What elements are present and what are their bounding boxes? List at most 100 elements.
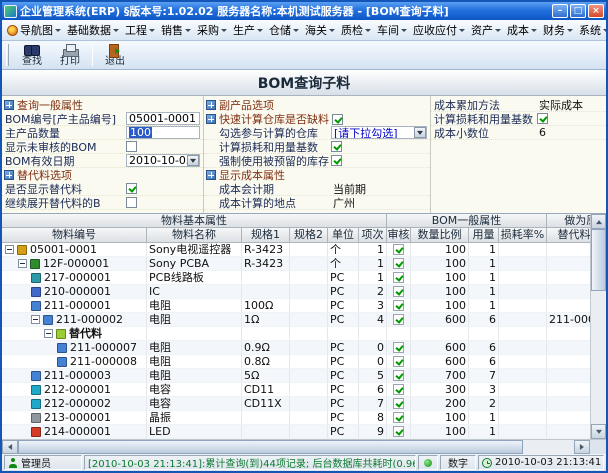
status-user-label: 管理员 <box>21 455 51 470</box>
show-unaudited-checkbox[interactable] <box>126 141 137 152</box>
menu-item-11[interactable]: 应收应付 <box>410 20 468 40</box>
audit-check-icon <box>393 244 404 255</box>
column-header[interactable]: 项次 <box>359 228 387 243</box>
menu-item-7[interactable]: 仓储 <box>266 20 302 40</box>
group-collapse-icon[interactable] <box>206 170 216 180</box>
table-row-213-000001[interactable]: 213-000001晶振PC81001 <box>2 411 590 425</box>
tree-collapse-icon[interactable] <box>44 329 53 338</box>
scroll-right-icon[interactable] <box>574 440 590 454</box>
column-header[interactable]: 规格1 <box>242 228 290 243</box>
cell: 电阻 <box>147 341 242 354</box>
vertical-scrollbar[interactable] <box>590 214 606 439</box>
find-button[interactable]: 查找 <box>13 42 51 69</box>
cost-location-value[interactable]: 广州 <box>331 195 427 211</box>
column-header[interactable]: 物料名称 <box>147 228 242 243</box>
table-row-217-000001[interactable]: 217-000001PCB线路板PC11001 <box>2 271 590 285</box>
table-row-212-000001[interactable]: 212-000001电容CD11PC63003 <box>2 383 590 397</box>
column-header[interactable]: 损耗率% <box>499 228 547 243</box>
table-row-211-000003[interactable]: 211-000003电阻5ΩPC57007 <box>2 369 590 383</box>
menu-item-4[interactable]: 销售 <box>158 20 194 40</box>
maximize-button[interactable]: □ <box>570 4 586 18</box>
quick-calc-checkbox[interactable] <box>332 114 343 125</box>
menu-item-3[interactable]: 工程 <box>122 20 158 40</box>
minimize-button[interactable]: – <box>552 4 568 18</box>
table-row-211-000002[interactable]: 211-000002电阻1ΩPC46006211-000002 <box>2 313 590 327</box>
table-row-05001-0001[interactable]: 05001-0001Sony电视遥控器R-3423个11001 <box>2 243 590 257</box>
expand-alt-checkbox[interactable] <box>126 197 137 208</box>
column-header[interactable]: 物料编号 <box>2 228 147 243</box>
cell <box>469 327 499 340</box>
scroll-up-icon[interactable] <box>591 214 606 229</box>
table-row-211-000008[interactable]: 211-000008电阻0.8ΩPC06006 <box>2 355 590 369</box>
scroll-left-icon[interactable] <box>2 440 18 454</box>
status-input-mode: 数字 <box>440 455 476 470</box>
group-byproduct[interactable]: 副产品选项 <box>204 98 430 112</box>
group-collapse-icon[interactable] <box>4 170 14 180</box>
exit-button[interactable]: 退出 <box>96 42 134 69</box>
menu-item-6[interactable]: 生产 <box>230 20 266 40</box>
menu-item-15[interactable]: 系统 <box>576 20 606 40</box>
menu-item-13[interactable]: 成本 <box>504 20 540 40</box>
table-row-212-000002[interactable]: 212-000002电容CD11XPC72002 <box>2 397 590 411</box>
cost-method-value[interactable]: 实际成本 <box>537 97 603 113</box>
group-collapse-icon[interactable] <box>206 100 216 110</box>
menu-item-12[interactable]: 资产 <box>468 20 504 40</box>
cell <box>499 383 547 396</box>
horizontal-scroll-thumb[interactable] <box>18 440 523 454</box>
group-collapse-icon[interactable] <box>4 100 14 110</box>
table-row-211-000001[interactable]: 211-000001电阻100ΩPC31001 <box>2 299 590 313</box>
menu-item-14[interactable]: 财务 <box>540 20 576 40</box>
horizontal-scrollbar[interactable] <box>2 439 606 454</box>
table-row-214-000001[interactable]: 214-000001LEDPC91001 <box>2 425 590 439</box>
chevron-down-icon[interactable] <box>414 127 426 138</box>
show-alt-checkbox[interactable] <box>126 183 137 194</box>
reserved-checkbox[interactable] <box>331 155 342 166</box>
warehouse-select[interactable]: [请下拉勾选] <box>331 126 427 139</box>
table-row-替代料[interactable]: 替代料 <box>2 327 590 341</box>
scroll-down-icon[interactable] <box>591 424 606 439</box>
menu-item-10[interactable]: 车间 <box>374 20 410 40</box>
horizontal-scroll-track[interactable] <box>523 440 574 454</box>
cell: PC <box>328 369 359 382</box>
menu-item-8[interactable]: 海关 <box>302 20 338 40</box>
table-row-12F-000001[interactable]: 12F-000001Sony PCBAR-3423个11001 <box>2 257 590 271</box>
column-header[interactable]: 审核 <box>387 228 411 243</box>
menu-item-9[interactable]: 质检 <box>338 20 374 40</box>
menu-item-5[interactable]: 采购 <box>194 20 230 40</box>
column-header[interactable]: 用量 <box>469 228 499 243</box>
column-header[interactable]: 替代料 <box>547 228 590 243</box>
cell: 1 <box>469 411 499 424</box>
cell: 100 <box>411 299 469 312</box>
cell: 7 <box>469 369 499 382</box>
cell: PC <box>328 341 359 354</box>
menubar-items: 导航图基础数据工程销售采购生产仓储海关质检车间应收应付资产成本财务系统 <box>2 20 606 41</box>
column-header[interactable]: 数量比例 <box>411 228 469 243</box>
tree-collapse-icon[interactable] <box>31 315 40 324</box>
print-button[interactable]: 打印 <box>51 42 89 69</box>
tree-collapse-icon[interactable] <box>18 259 27 268</box>
bom-date-input[interactable]: 2010-10-03 <box>126 154 200 167</box>
menu-item-2[interactable]: 基础数据 <box>64 20 122 40</box>
vertical-scroll-thumb[interactable] <box>591 229 606 291</box>
table-row-210-000001[interactable]: 210-000001ICPC21001 <box>2 285 590 299</box>
close-button[interactable]: × <box>588 4 604 18</box>
titlebar[interactable]: 企业管理系统(ERP) §版本号:1.02.02 服务器名称:本机测试服务器 -… <box>2 2 606 20</box>
status-message: [2010-10-03 21:13:41]:累计查询(到)44项记录; 后台数据… <box>84 455 416 470</box>
tree-collapse-icon[interactable] <box>5 245 14 254</box>
group-collapse-icon[interactable] <box>206 114 216 124</box>
cell: 1 <box>469 285 499 298</box>
resistor-icon <box>43 315 53 325</box>
vertical-scroll-track[interactable] <box>591 291 606 424</box>
column-header[interactable]: 规格2 <box>290 228 328 243</box>
bom-no-input[interactable]: 05001-0001 <box>126 112 200 125</box>
chevron-down-icon[interactable] <box>187 155 199 166</box>
loss-base-checkbox[interactable] <box>331 141 342 152</box>
clock-icon <box>482 458 492 468</box>
table-row-211-000007[interactable]: 211-000007电阻0.9ΩPC06006 <box>2 341 590 355</box>
cell <box>290 243 328 256</box>
cost-decimal-value[interactable]: 6 <box>537 126 603 139</box>
cost-loss-base-checkbox[interactable] <box>537 113 548 124</box>
menu-item-1[interactable]: 导航图 <box>4 20 64 40</box>
qty-input[interactable]: 100 <box>126 126 200 139</box>
column-header[interactable]: 单位 <box>328 228 359 243</box>
